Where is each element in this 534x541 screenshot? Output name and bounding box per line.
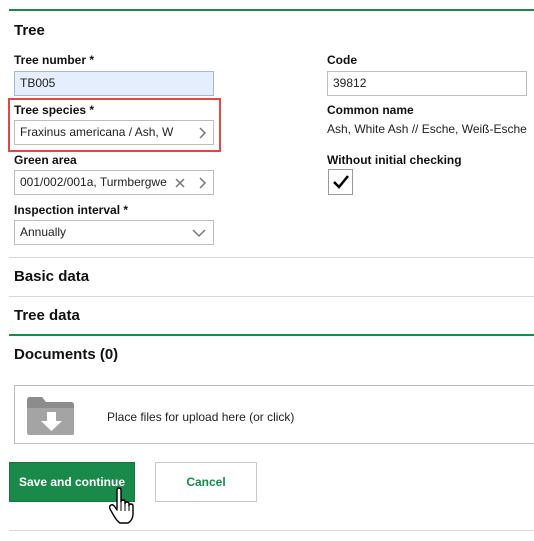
section-title-tree: Tree (14, 22, 45, 39)
divider-documents (9, 334, 534, 336)
without-initial-checking-label: Without initial checking (327, 153, 462, 167)
code-value: 39812 (333, 76, 367, 90)
green-area-field[interactable]: 001/002/001a, Turmbergwe (14, 170, 214, 195)
section-basic-data[interactable]: Basic data (14, 268, 89, 285)
section-documents[interactable]: Documents (0) (14, 346, 118, 363)
tree-species-label: Tree species * (14, 103, 95, 117)
hand-pointer-icon (108, 487, 138, 530)
folder-download-icon (25, 394, 77, 441)
bottom-divider (9, 530, 534, 531)
without-initial-checking-checkbox[interactable] (328, 169, 353, 195)
inspection-interval-value: Annually (20, 225, 67, 239)
tree-species-value: Fraxinus americana / Ash, W (20, 125, 174, 139)
top-divider (9, 9, 534, 11)
green-area-value: 001/002/001a, Turmbergwe (20, 175, 167, 189)
divider-basic-data (9, 257, 534, 258)
code-label: Code (327, 53, 357, 67)
common-name-label: Common name (327, 103, 414, 117)
cancel-button[interactable]: Cancel (155, 462, 257, 502)
code-input[interactable]: 39812 (327, 71, 527, 96)
chevron-down-icon (188, 221, 210, 244)
tree-number-label: Tree number * (14, 53, 95, 67)
upload-instruction-text: Place files for upload here (or click) (107, 410, 295, 424)
file-upload-dropzone[interactable]: Place files for upload here (or click) (14, 385, 534, 444)
clear-x-icon[interactable] (169, 171, 191, 194)
inspection-interval-label: Inspection interval * (14, 203, 129, 217)
green-area-label: Green area (14, 153, 77, 167)
common-name-value: Ash, White Ash // Esche, Weiß-Esche (327, 122, 527, 136)
section-tree-data[interactable]: Tree data (14, 307, 80, 324)
tree-species-field[interactable]: Fraxinus americana / Ash, W (14, 120, 214, 145)
chevron-right-icon[interactable] (191, 171, 213, 194)
checkmark-icon (332, 175, 349, 189)
inspection-interval-select[interactable]: Annually (14, 220, 214, 245)
tree-number-value: TB005 (20, 76, 56, 90)
divider-tree-data (9, 296, 534, 297)
tree-number-input[interactable]: TB005 (14, 71, 214, 96)
chevron-right-icon[interactable] (191, 121, 213, 144)
